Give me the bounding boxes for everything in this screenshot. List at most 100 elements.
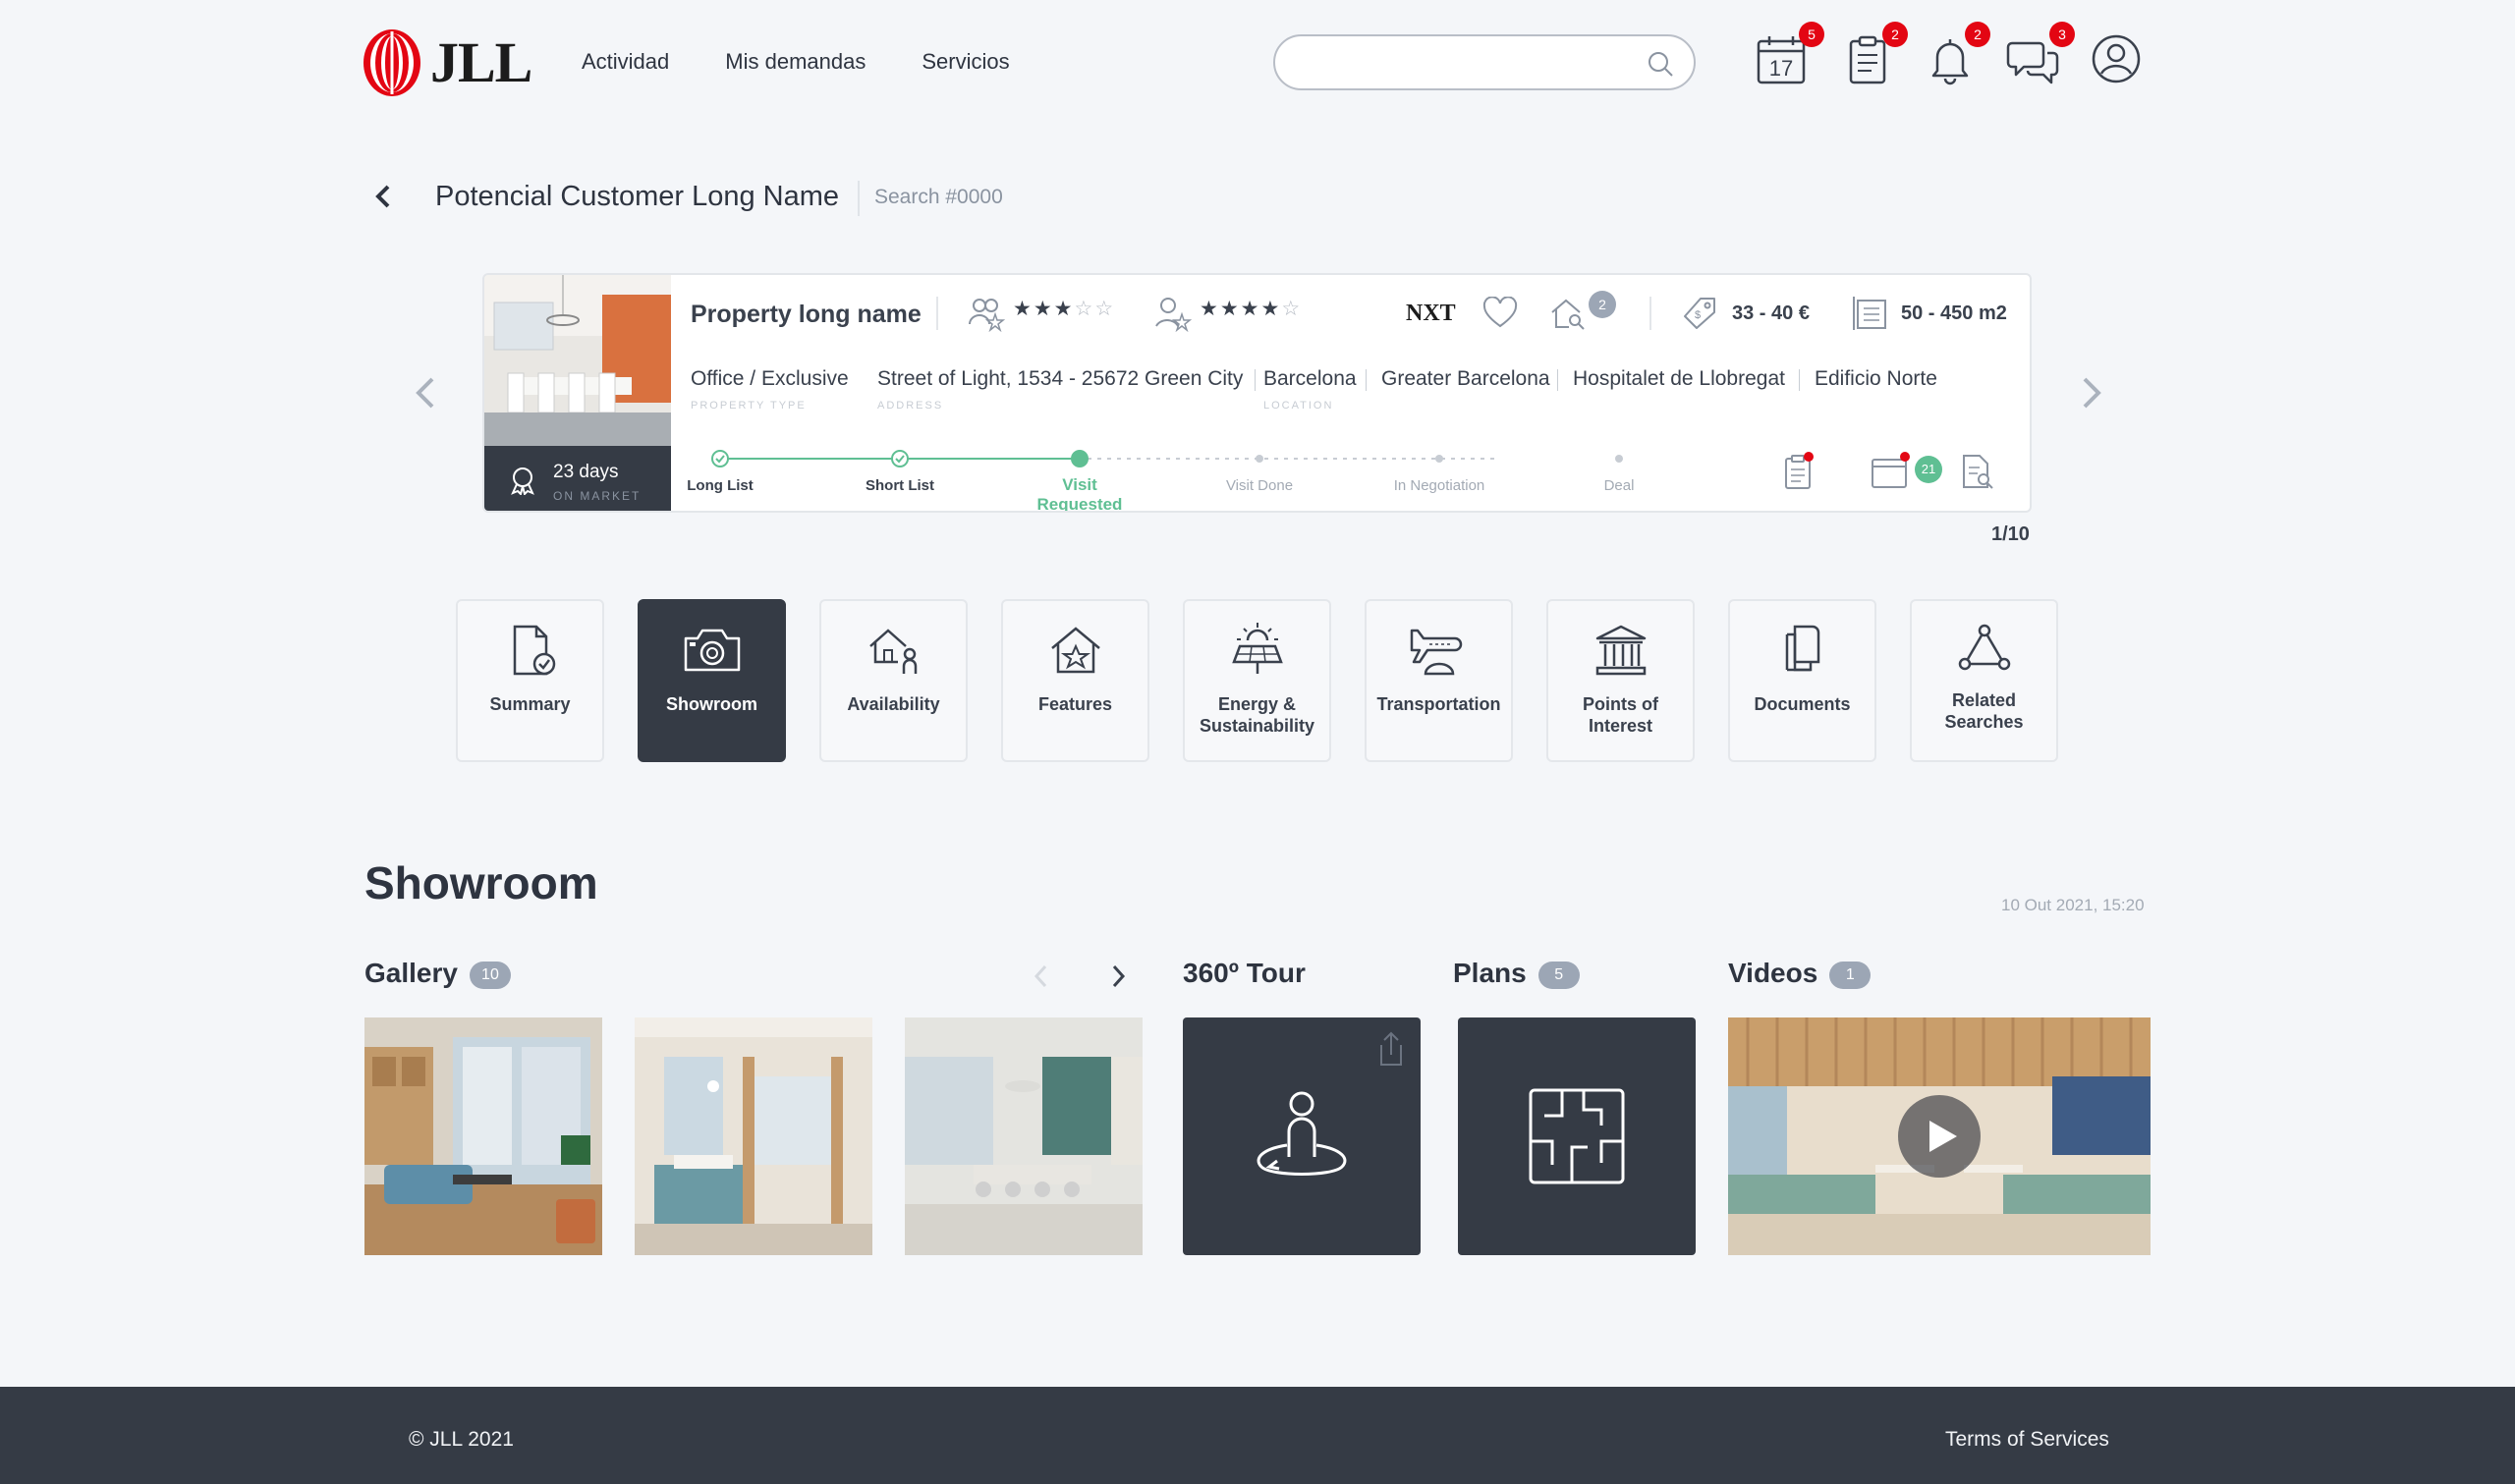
- divider: [1557, 369, 1558, 391]
- nav-mis-demandas[interactable]: Mis demandas: [725, 49, 866, 75]
- tab-related-searches[interactable]: Related Searches: [1910, 599, 2058, 762]
- terms-link[interactable]: Terms of Services: [1945, 1428, 2109, 1452]
- camera-icon: [684, 629, 740, 672]
- favorite-icon[interactable]: [1482, 297, 1518, 330]
- bank-icon: [1595, 625, 1646, 676]
- step-pending-icon: [1615, 455, 1623, 463]
- chat-button[interactable]: 3: [2006, 22, 2075, 92]
- divider: [858, 181, 860, 216]
- search-input[interactable]: [1299, 48, 1623, 78]
- property-area: Greater Barcelona: [1381, 367, 1550, 390]
- divider: [936, 297, 938, 330]
- property-address-label: ADDRESS: [877, 400, 944, 412]
- pipeline-step-label[interactable]: Visit Done: [1201, 477, 1318, 494]
- jll-logo[interactable]: JLL: [362, 27, 532, 98]
- logo-text: JLL: [430, 30, 532, 94]
- tab-summary[interactable]: Summary: [456, 599, 604, 762]
- user-profile-button[interactable]: [2091, 33, 2150, 92]
- calendar-day: 17: [1769, 56, 1793, 81]
- client-rating-icon: [1155, 298, 1192, 332]
- airplane-icon: [1410, 629, 1462, 676]
- video-thumbnail[interactable]: [1728, 1017, 2151, 1255]
- days-on-market: 23 days ON MARKET: [484, 446, 671, 511]
- gallery-image[interactable]: [905, 1017, 1143, 1255]
- tab-label: Energy & Sustainability: [1199, 694, 1315, 736]
- rating-stars-a: ★★★☆☆: [1013, 297, 1115, 321]
- chevron-left-icon[interactable]: [1030, 961, 1053, 992]
- nav-actividad[interactable]: Actividad: [582, 49, 669, 75]
- tab-showroom[interactable]: Showroom: [638, 599, 786, 762]
- chevron-right-icon[interactable]: [1106, 961, 1130, 992]
- tour-header: 360º Tour: [1183, 958, 1306, 989]
- search-icon[interactable]: [1647, 50, 1674, 78]
- star-empty-icon: ☆: [1074, 298, 1095, 320]
- property-card[interactable]: 23 days ON MARKET Property long name ★★★…: [482, 273, 2032, 513]
- star-empty-icon: ☆: [1281, 298, 1303, 320]
- star-filled-icon: ★: [1219, 298, 1241, 320]
- plans-count: 5: [1537, 961, 1580, 989]
- main-nav: Actividad Mis demandas Servicios: [582, 49, 1010, 75]
- calendar-icon[interactable]: [1870, 452, 1913, 491]
- network-icon: [1958, 624, 2010, 671]
- tab-features[interactable]: Features: [1001, 599, 1149, 762]
- tab-label: Documents: [1754, 694, 1851, 714]
- play-icon[interactable]: [1898, 1095, 1981, 1178]
- gallery-count: 10: [469, 961, 511, 989]
- tab-transportation[interactable]: Transportation: [1365, 599, 1513, 762]
- tab-energy-sustainability[interactable]: Energy & Sustainability: [1183, 599, 1331, 762]
- gallery-image[interactable]: [635, 1017, 872, 1255]
- chat-badge: 3: [2049, 22, 2075, 47]
- star-filled-icon: ★: [1240, 298, 1261, 320]
- svg-text:$: $: [1695, 309, 1701, 321]
- tab-points-of-interest[interactable]: Points of Interest: [1546, 599, 1695, 762]
- section-title: Showroom: [364, 857, 598, 908]
- plans-tile[interactable]: [1458, 1017, 1696, 1255]
- area-range: 50 - 450 m2: [1901, 302, 2007, 324]
- tab-availability[interactable]: Availability: [819, 599, 968, 762]
- share-icon[interactable]: [1375, 1029, 1407, 1069]
- divider: [1649, 297, 1651, 330]
- pipeline-step-label[interactable]: Deal: [1560, 477, 1678, 494]
- tab-label: Availability: [847, 694, 940, 714]
- documents-icon: [1785, 625, 1819, 672]
- solar-panel-icon: [1231, 623, 1283, 674]
- pipeline-step-label[interactable]: Visit Requested: [1021, 475, 1139, 511]
- calendar-badge: 21: [1915, 456, 1942, 483]
- property-address: Street of Light, 1534 - 25672 Green City: [877, 367, 1244, 390]
- gallery-image[interactable]: [364, 1017, 602, 1255]
- calendar-icon: 17: [1757, 36, 1806, 84]
- chevron-right-icon: [2083, 377, 2101, 409]
- videos-count: 1: [1829, 961, 1872, 989]
- gallery-title: Gallery: [364, 958, 458, 988]
- tour-360-tile[interactable]: [1183, 1017, 1421, 1255]
- days-value: 23 days: [553, 462, 619, 482]
- document-check-icon: [513, 625, 555, 676]
- tab-documents[interactable]: Documents: [1728, 599, 1876, 762]
- next-property-button[interactable]: [2077, 373, 2106, 412]
- property-type-label: PROPERTY TYPE: [691, 400, 807, 412]
- back-button[interactable]: [371, 181, 395, 212]
- property-pager: 1/10: [1991, 523, 2030, 545]
- pipeline-step-label[interactable]: Short List: [841, 477, 959, 494]
- property-type: Office / Exclusive: [691, 367, 849, 390]
- requests-icon[interactable]: [1781, 452, 1815, 491]
- search-box: [1273, 34, 1696, 90]
- previous-property-button[interactable]: [411, 373, 440, 412]
- nav-servicios[interactable]: Servicios: [922, 49, 1009, 75]
- plans-header: Plans 5: [1453, 958, 1580, 989]
- price-tag-icon: $: [1684, 298, 1715, 329]
- area-icon: [1853, 297, 1886, 330]
- calendar-button[interactable]: 17 5: [1755, 22, 1824, 92]
- pipeline-step-label[interactable]: In Negotiation: [1380, 477, 1498, 494]
- pipeline-step-label[interactable]: Long List: [661, 477, 779, 494]
- property-building: Edificio Norte: [1815, 367, 1937, 390]
- search-id: Search #0000: [874, 186, 1003, 208]
- document-search-icon[interactable]: [1958, 452, 1995, 491]
- star-filled-icon: ★: [1260, 298, 1282, 320]
- step-check-icon: [891, 450, 909, 467]
- requests-button[interactable]: 2: [1841, 22, 1908, 92]
- notifications-button[interactable]: 2: [1924, 22, 1990, 92]
- requests-badge: 2: [1882, 22, 1908, 47]
- step-check-icon: [711, 450, 729, 467]
- house-search-icon[interactable]: [1549, 295, 1587, 332]
